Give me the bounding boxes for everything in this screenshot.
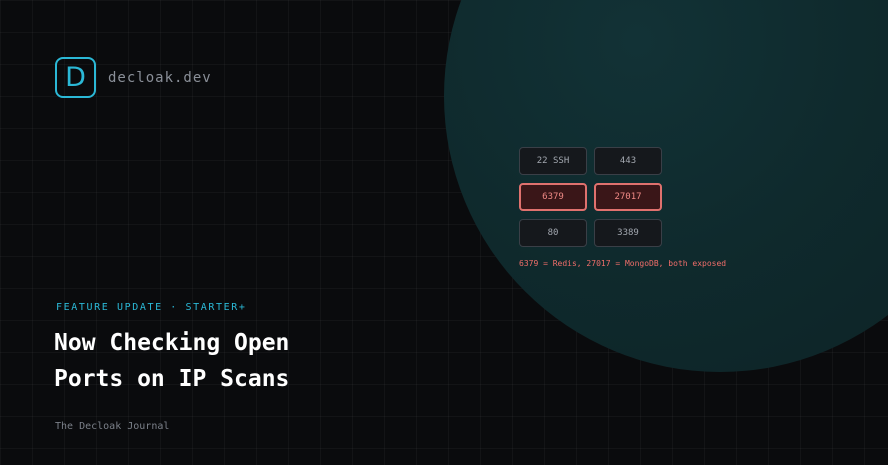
port-tile-3389: 3389 (594, 219, 662, 247)
banner-canvas: D decloak.dev 22 SSH 443 6379 27017 80 3… (0, 0, 888, 465)
headline-line-2: Ports on IP Scans (54, 366, 290, 392)
headline-line-1: Now Checking Open (54, 330, 290, 356)
exposed-ports-note: 6379 = Redis, 27017 = MongoDB, both expo… (519, 259, 727, 268)
headline: Now Checking Open Ports on IP Scans (54, 325, 289, 397)
port-tile-27017: 27017 (594, 183, 662, 211)
background-circle (444, 0, 888, 372)
brand: D decloak.dev (55, 57, 212, 98)
feature-eyebrow: FEATURE UPDATE · STARTER+ (56, 302, 247, 313)
brand-name: decloak.dev (108, 69, 212, 86)
port-tile-22: 22 SSH (519, 147, 587, 175)
port-tile-443: 443 (594, 147, 662, 175)
port-tile-80: 80 (519, 219, 587, 247)
decloak-logo-icon: D (55, 57, 96, 98)
port-tile-6379: 6379 (519, 183, 587, 211)
port-grid: 22 SSH 443 6379 27017 80 3389 (519, 147, 662, 247)
publication-name: The Decloak Journal (55, 421, 170, 432)
